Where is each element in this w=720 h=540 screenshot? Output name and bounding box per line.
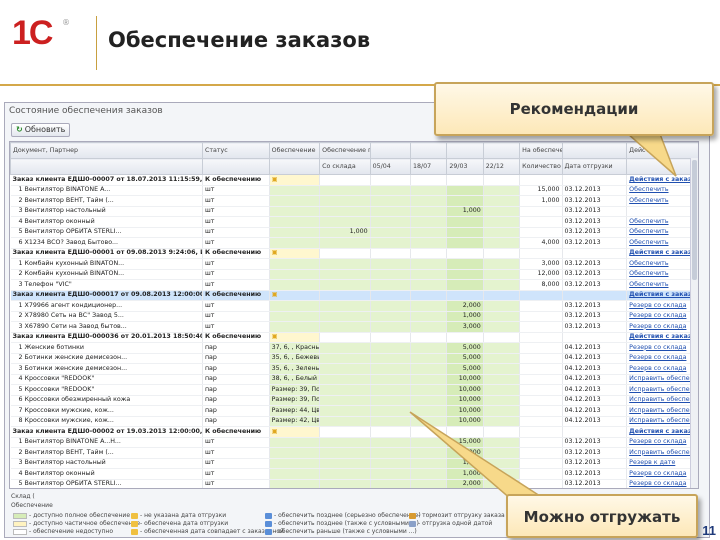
slide: 1С ® Обеспечение заказов Состояние обесп…	[0, 0, 720, 540]
recommendations-pointer	[626, 133, 677, 177]
ship-callout: Можно отгружать	[506, 494, 698, 538]
callout-pointers	[409, 133, 677, 501]
recommendations-callout: Рекомендации	[434, 82, 714, 136]
ship-pointer	[409, 411, 543, 501]
page-number: 11	[702, 523, 716, 538]
